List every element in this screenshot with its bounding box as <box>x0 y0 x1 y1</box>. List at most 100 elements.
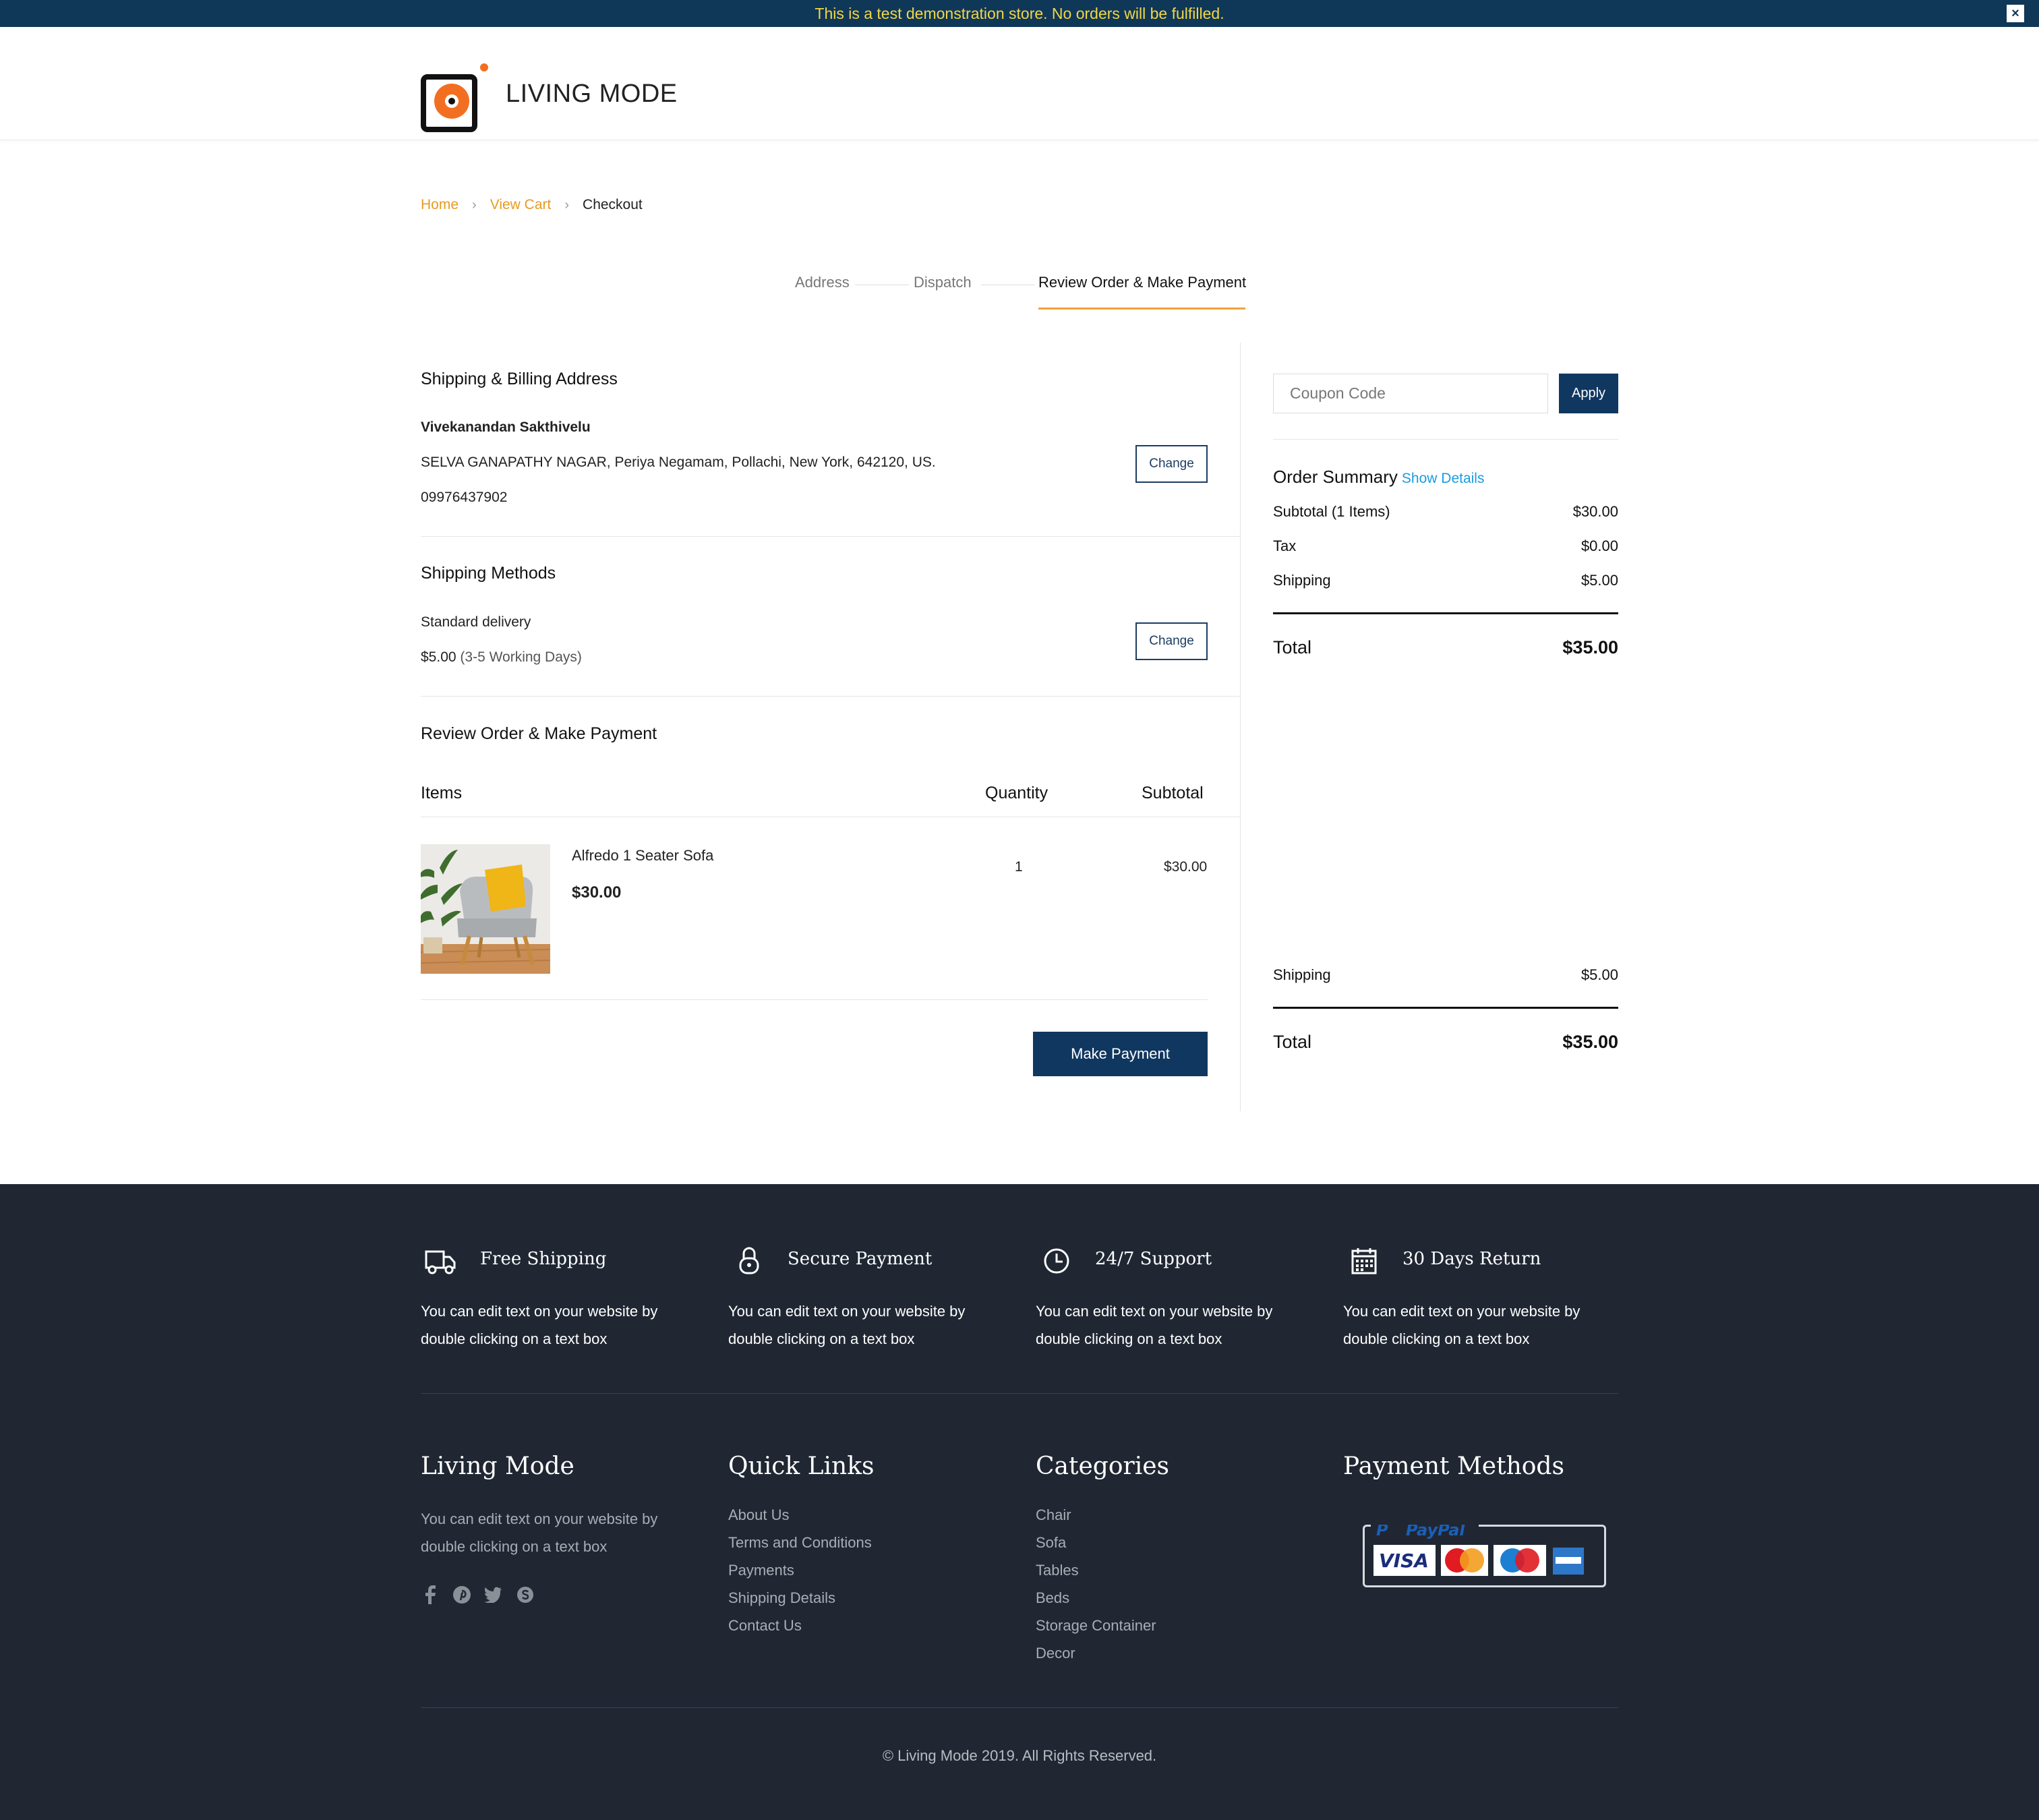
bottom-total-row: Total $35.00 <box>1273 1032 1618 1053</box>
feature-title: 24/7 Support <box>1095 1249 1212 1269</box>
footer-category-beds[interactable]: Beds <box>1036 1589 1069 1607</box>
summary-total-row: Total $35.00 <box>1273 637 1618 658</box>
shipping-address-title: Shipping & Billing Address <box>421 370 618 388</box>
footer-link-about-us[interactable]: About Us <box>728 1506 790 1524</box>
product-price: $30.00 <box>572 883 622 902</box>
bottom-total-value: $35.00 <box>1562 1032 1618 1052</box>
footer-link-shipping-details[interactable]: Shipping Details <box>728 1589 835 1607</box>
footer-divider <box>421 1393 1618 1394</box>
footer-category-chair[interactable]: Chair <box>1036 1506 1071 1524</box>
subtotal-header: Subtotal <box>1142 784 1204 802</box>
shipping-method-price: $5.00 (3-5 Working Days) <box>421 649 582 666</box>
footer-link-contact-us[interactable]: Contact Us <box>728 1617 802 1635</box>
feature-text: You can edit text on your website by dou… <box>1036 1303 1273 1347</box>
footer-about-title: Living Mode <box>421 1452 574 1480</box>
summary-tax-value: $0.00 <box>1580 537 1618 554</box>
chevron-right-icon: › <box>472 197 477 212</box>
armchair-photo <box>421 844 550 974</box>
calendar-icon <box>1351 1248 1377 1274</box>
facebook-icon[interactable] <box>421 1585 441 1605</box>
summary-total-label: Total <box>1273 637 1312 657</box>
footer-about-text: You can edit text on your website by dou… <box>421 1510 658 1555</box>
clock-icon <box>1044 1248 1069 1274</box>
page: { "banner": {"text": "This is a test dem… <box>0 0 2039 1820</box>
divider <box>421 999 1208 1000</box>
footer-category-storage[interactable]: Storage Container <box>1036 1617 1156 1635</box>
footer-link-payments[interactable]: Payments <box>728 1562 794 1579</box>
breadcrumb: Home › View Cart › Checkout <box>421 197 643 213</box>
feature-title: 30 Days Return <box>1402 1249 1541 1269</box>
customer-address: SELVA GANAPATHY NAGAR, Periya Negamam, P… <box>421 454 936 470</box>
quantity-header: Quantity <box>985 784 1048 802</box>
breadcrumb-home[interactable]: Home <box>421 197 459 213</box>
step-review[interactable]: Review Order & Make Payment <box>1038 274 1246 291</box>
summary-subtotal-value: $30.00 <box>1572 503 1618 520</box>
feature-text: You can edit text on your website by dou… <box>421 1303 658 1347</box>
make-payment-button[interactable]: Make Payment <box>1033 1032 1208 1076</box>
close-icon[interactable]: × <box>2007 5 2024 22</box>
payment-logos: P PayPal VISA <box>1363 1525 1606 1587</box>
bottom-shipping-row: Shipping $5.00 <box>1273 966 1618 984</box>
change-shipping-button[interactable]: Change <box>1135 622 1208 660</box>
review-title: Review Order & Make Payment <box>421 724 657 743</box>
summary-shipping-label: Shipping <box>1273 572 1331 589</box>
feature-text: You can edit text on your website by dou… <box>728 1303 966 1347</box>
divider <box>421 696 1240 697</box>
bottom-total-label: Total <box>1273 1032 1312 1052</box>
step-dispatch[interactable]: Dispatch <box>914 274 972 291</box>
product-quantity: 1 <box>1015 859 1023 875</box>
summary-subtotal-label: Subtotal (1 Items) <box>1273 503 1390 520</box>
logo-icon[interactable] <box>421 62 491 134</box>
footer-category-sofa[interactable]: Sofa <box>1036 1534 1066 1552</box>
feature-title: Secure Payment <box>788 1249 933 1269</box>
summary-subtotal-row: Subtotal (1 Items) $30.00 <box>1273 503 1618 521</box>
svg-text:VISA: VISA <box>1379 1550 1429 1572</box>
footer-divider <box>421 1707 1618 1708</box>
product-name[interactable]: Alfredo 1 Seater Sofa <box>572 847 713 864</box>
copyright: © Living Mode 2019. All Rights Reserved. <box>882 1747 1157 1764</box>
footer-category-decor[interactable]: Decor <box>1036 1645 1075 1662</box>
show-details-link[interactable]: Show Details <box>1402 471 1485 486</box>
divider <box>421 536 1240 537</box>
site-header: LIVING MODE <box>0 27 2039 140</box>
column-divider <box>1240 343 1241 1111</box>
divider <box>1273 439 1618 440</box>
site-footer: Free Shipping You can edit text on your … <box>0 1184 2039 1820</box>
feature-text: You can edit text on your website by dou… <box>1343 1303 1580 1347</box>
product-subtotal: $30.00 <box>1164 859 1208 875</box>
product-image[interactable] <box>421 844 550 974</box>
breadcrumb-view-cart[interactable]: View Cart <box>490 197 552 213</box>
logo-text[interactable]: LIVING MODE <box>506 80 678 109</box>
coupon-input[interactable] <box>1273 374 1548 413</box>
change-address-button[interactable]: Change <box>1135 445 1208 483</box>
shipping-methods-title: Shipping Methods <box>421 564 556 583</box>
breadcrumb-current: Checkout <box>583 197 643 212</box>
summary-shipping-value: $5.00 <box>1580 572 1618 589</box>
chevron-right-icon: › <box>564 197 570 212</box>
summary-divider <box>1273 612 1618 614</box>
summary-total-value: $35.00 <box>1562 637 1618 657</box>
bottom-shipping-label: Shipping <box>1273 966 1331 983</box>
twitter-icon[interactable] <box>483 1585 503 1605</box>
payment-cards-icon: P PayPal VISA <box>1371 1525 1584 1576</box>
summary-tax-label: Tax <box>1273 537 1297 554</box>
shipping-duration: (3-5 Working Days) <box>460 649 582 665</box>
truck-icon <box>425 1250 456 1274</box>
items-header: Items <box>421 784 463 802</box>
step-address[interactable]: Address <box>795 274 850 291</box>
checkout-steps: Address Dispatch Review Order & Make Pay… <box>742 274 1281 314</box>
apply-coupon-button[interactable]: Apply <box>1559 374 1618 413</box>
customer-name: Vivekanandan Sakthivelu <box>421 419 591 435</box>
footer-link-terms[interactable]: Terms and Conditions <box>728 1534 872 1552</box>
demo-banner: This is a test demonstration store. No o… <box>0 0 2039 27</box>
footer-category-tables[interactable]: Tables <box>1036 1562 1079 1579</box>
skype-icon[interactable] <box>515 1585 535 1605</box>
pinterest-icon[interactable] <box>452 1585 472 1605</box>
demo-banner-text: This is a test demonstration store. No o… <box>815 4 1224 22</box>
footer-categories-title: Categories <box>1036 1452 1169 1480</box>
summary-shipping-row: Shipping $5.00 <box>1273 572 1618 589</box>
summary-divider <box>1273 1007 1618 1009</box>
active-step-indicator <box>1038 307 1245 310</box>
order-summary-label: Order Summary <box>1273 467 1398 487</box>
lock-icon <box>739 1247 759 1274</box>
